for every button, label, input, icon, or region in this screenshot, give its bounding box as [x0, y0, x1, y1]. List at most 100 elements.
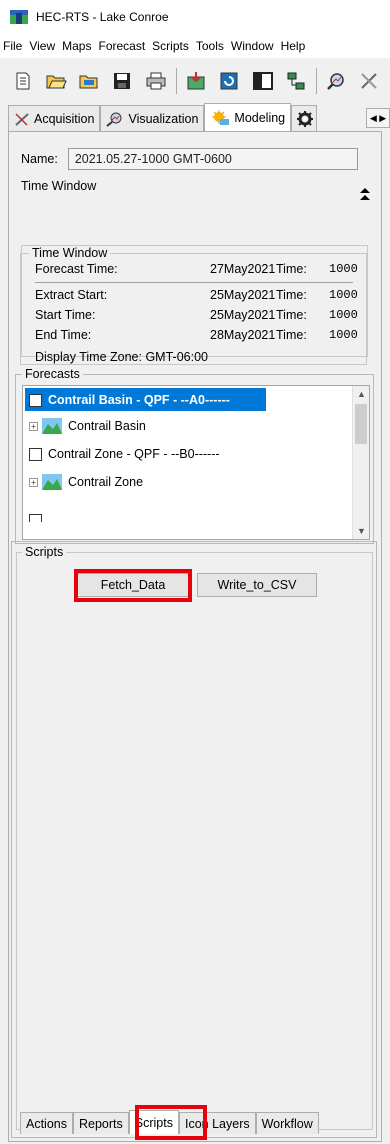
chevron-down-icon[interactable]: ▼	[353, 523, 369, 539]
forecast-checkbox[interactable]	[29, 514, 42, 522]
tab-workflow[interactable]: Workflow	[255, 1112, 319, 1134]
row-date: 25May2021	[210, 288, 276, 302]
forecast-label: Contrail Basin - QPF - --A0------	[48, 393, 230, 407]
chevron-right-icon[interactable]: ▶	[379, 113, 386, 124]
row-time: 1000	[329, 328, 358, 342]
tab-modeling[interactable]: Modeling	[204, 103, 292, 131]
basin-icon	[42, 418, 62, 434]
start-time-row: Start Time: 25May2021 Time: 1000	[35, 308, 365, 324]
toolbar-separator	[176, 68, 178, 94]
forecasts-list: Contrail Basin - QPF - --A0------ + Cont…	[22, 385, 370, 540]
row-time-label: Time:	[276, 288, 307, 302]
tab-label: Visualization	[128, 111, 199, 126]
forecasts-legend: Forecasts	[22, 367, 83, 381]
scrollbar-thumb[interactable]	[355, 404, 367, 444]
toolbar-separator	[316, 68, 318, 94]
tab-reports[interactable]: Reports	[73, 1112, 129, 1134]
tab-label: Acquisition	[34, 111, 95, 126]
highlight-box	[74, 569, 192, 602]
gear-icon	[297, 110, 314, 127]
menu-tools[interactable]: Tools	[196, 39, 224, 53]
tab-actions[interactable]: Actions	[20, 1112, 73, 1134]
menu-file[interactable]: File	[3, 39, 22, 53]
tree-node[interactable]: + Contrail Zone	[23, 470, 353, 494]
tab-label: Actions	[26, 1116, 67, 1131]
tree-node[interactable]: + Contrail Basin	[23, 414, 353, 438]
forecast-item[interactable]: Contrail Basin - QPF - --A0------	[23, 388, 353, 412]
menu-window[interactable]: Window	[231, 39, 274, 53]
save-icon[interactable]	[110, 68, 135, 95]
button-label: Write_to_CSV	[217, 578, 297, 592]
title-bar: HEC-RTS - Lake Conroe	[0, 0, 390, 34]
forecasts-group: Forecasts Contrail Basin - QPF - --A0---…	[15, 367, 374, 544]
tab-settings-partial[interactable]	[291, 105, 318, 131]
row-date: 25May2021	[210, 308, 276, 322]
name-label: Name:	[21, 152, 58, 166]
basin-icon	[42, 474, 62, 490]
tab-acquisition[interactable]: Acquisition	[8, 105, 101, 131]
end-time-row: End Time: 28May2021 Time: 1000	[35, 328, 365, 344]
menu-help[interactable]: Help	[281, 39, 306, 53]
menu-maps[interactable]: Maps	[62, 39, 91, 53]
expand-icon[interactable]: +	[29, 421, 38, 431]
forecast-checkbox[interactable]	[29, 393, 42, 407]
forecast-label: Contrail Zone - QPF - --B0------	[48, 447, 220, 461]
tab-label: Workflow	[261, 1116, 313, 1131]
chevron-up-icon[interactable]: ▲	[353, 386, 369, 402]
row-date: 27May2021	[210, 262, 276, 276]
menu-forecast[interactable]: Forecast	[98, 39, 145, 53]
row-time-label: Time:	[276, 308, 307, 322]
forecasts-scrollbar[interactable]: ▲ ▼	[352, 386, 369, 539]
visualization-icon	[106, 112, 122, 127]
open-folder-icon[interactable]	[77, 68, 102, 95]
row-time-label: Time:	[276, 262, 307, 276]
network-icon[interactable]	[283, 68, 308, 95]
tab-scroll-arrows[interactable]: ◀ ▶	[366, 108, 390, 128]
menu-view[interactable]: View	[29, 39, 55, 53]
tree-node-label: Contrail Zone	[68, 475, 144, 489]
expand-icon[interactable]: +	[29, 477, 38, 487]
row-label: Forecast Time:	[35, 262, 118, 276]
new-icon[interactable]	[10, 68, 35, 95]
toolbar	[0, 58, 390, 104]
layout-icon[interactable]	[250, 68, 275, 95]
acquisition-icon	[15, 112, 29, 126]
menu-bar: File View Maps Forecast Scripts Tools Wi…	[0, 34, 390, 58]
module-tabs: Acquisition Visualization Modeling ◀ ▶	[8, 103, 390, 131]
refresh-icon[interactable]	[217, 68, 242, 95]
row-label: End Time:	[35, 328, 92, 342]
chevron-left-icon[interactable]: ◀	[370, 113, 377, 124]
write-to-csv-button[interactable]: Write_to_CSV	[197, 573, 317, 597]
name-field[interactable]: 2021.05.27-1000 GMT-0600	[67, 148, 358, 170]
visualize-icon[interactable]	[323, 68, 348, 95]
acquisition-icon[interactable]	[357, 68, 382, 95]
forecast-item[interactable]: Contrail Zone - QPF - --B0------	[23, 442, 353, 466]
forecast-checkbox[interactable]	[29, 447, 42, 461]
tab-visualization[interactable]: Visualization	[100, 105, 205, 131]
tab-label: Modeling	[234, 110, 286, 125]
name-row: Name: 2021.05.27-1000 GMT-0600	[21, 148, 358, 170]
row-label: Start Time:	[35, 308, 96, 322]
time-window-fieldset: Time Window Forecast Time: 27May2021 Tim…	[20, 246, 367, 366]
print-icon[interactable]	[143, 68, 168, 95]
highlight-box	[135, 1105, 207, 1140]
collapse-icon[interactable]	[359, 187, 371, 201]
open-icon[interactable]	[43, 68, 68, 95]
row-time: 1000	[329, 262, 358, 276]
scripts-legend: Scripts	[22, 545, 67, 559]
forecast-time-row: Forecast Time: 27May2021 Time: 1000	[35, 262, 365, 278]
scripts-outer-panel: Scripts Fetch_Data Write_to_CSV	[11, 541, 377, 1138]
row-time: 1000	[329, 308, 358, 322]
divider	[35, 282, 353, 283]
import-icon[interactable]	[183, 68, 208, 95]
display-timezone-label: Display Time Zone: GMT-06:00	[35, 350, 208, 364]
row-time-label: Time:	[276, 328, 307, 342]
window-title: HEC-RTS - Lake Conroe	[36, 10, 169, 24]
menu-scripts[interactable]: Scripts	[152, 39, 189, 53]
extract-start-row: Extract Start: 25May2021 Time: 1000	[35, 288, 365, 304]
app-icon	[10, 10, 28, 24]
forecast-item-partial[interactable]	[23, 498, 353, 522]
row-date: 28May2021	[210, 328, 276, 342]
row-time: 1000	[329, 288, 358, 302]
display-timezone: Display Time Zone: GMT-06:00	[35, 350, 365, 366]
